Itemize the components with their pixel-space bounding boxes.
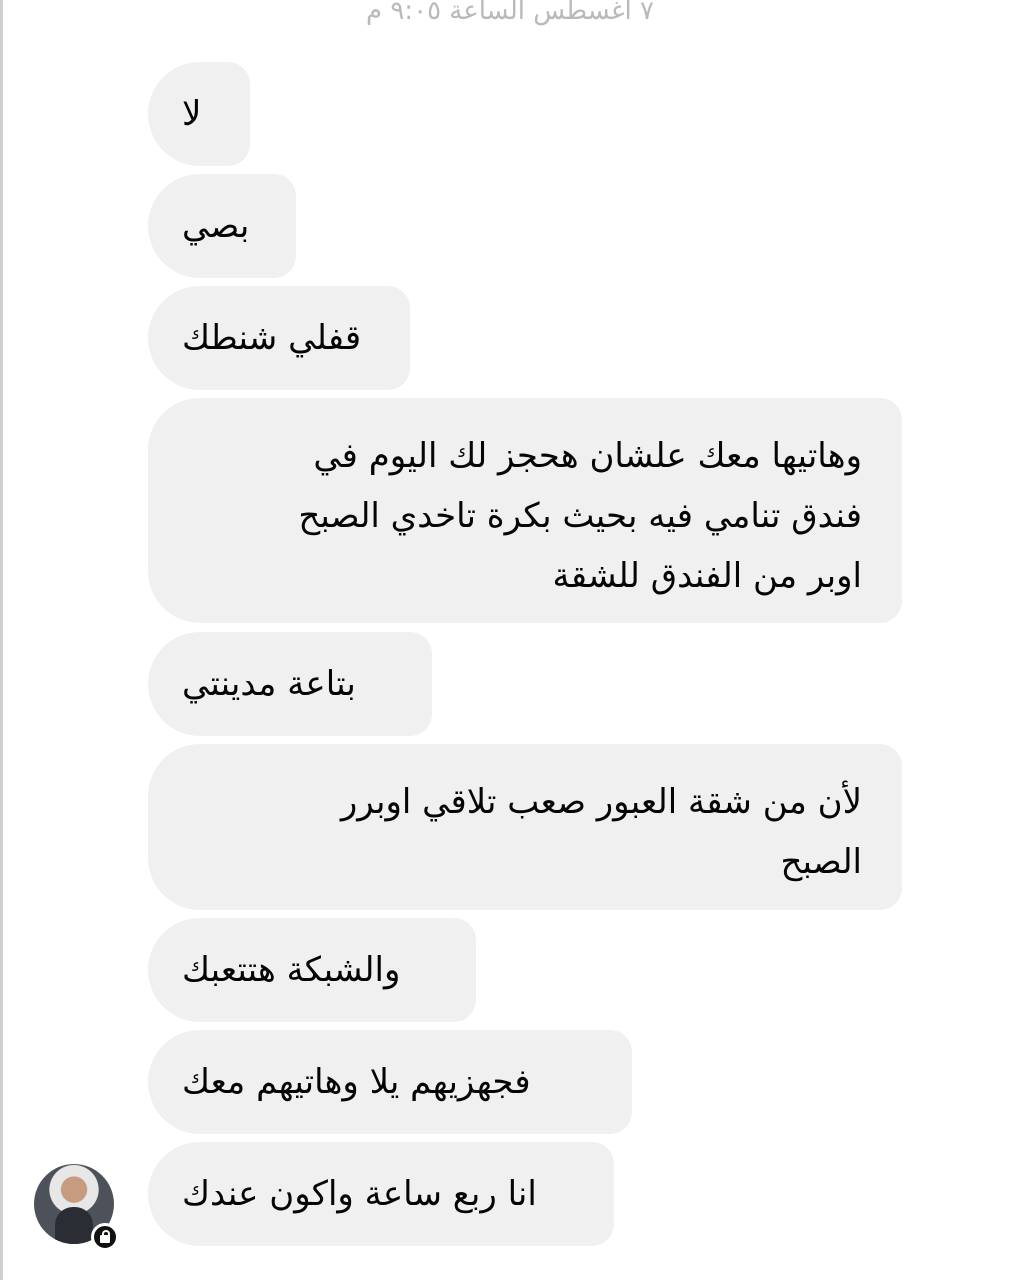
- message-text-line: لأن من شقة العبور صعب تلاقي اوبرر: [340, 782, 862, 822]
- message-bubble[interactable]: بتاعة مدينتي: [148, 632, 432, 736]
- message-text: لا: [182, 94, 202, 134]
- message-text-line: فندق تنامي فيه بحيث بكرة تاخدي الصبح: [298, 496, 862, 536]
- message-text: والشبكة هتتعبك: [182, 950, 401, 990]
- message-bubble[interactable]: فجهزيهم يلا وهاتيهم معك: [148, 1030, 632, 1134]
- message-bubble[interactable]: لأن من شقة العبور صعب تلاقي اوبرر الصبح: [148, 744, 902, 910]
- message-text: انا ربع ساعة واكون عندك: [182, 1174, 537, 1214]
- message-timestamp: ٧ أغسطس الساعة ٩:٠٥ م: [366, 0, 654, 26]
- message-text: فجهزيهم يلا وهاتيهم معك: [182, 1062, 531, 1102]
- message-text: بصي: [182, 206, 250, 246]
- message-bubble[interactable]: قفلي شنطك: [148, 286, 410, 390]
- message-bubble[interactable]: والشبكة هتتعبك: [148, 918, 476, 1022]
- message-text-line: اوبر من الفندق للشقة: [552, 556, 862, 596]
- message-text-line: وهاتيها معك علشان هحجز لك اليوم في: [313, 436, 862, 476]
- message-text-line: الصبح: [780, 842, 863, 882]
- message-text: قفلي شنطك: [182, 318, 362, 358]
- message-bubble[interactable]: بصي: [148, 174, 296, 278]
- message-bubble[interactable]: لا: [148, 62, 250, 166]
- lock-icon: [91, 1223, 119, 1251]
- message-text: بتاعة مدينتي: [182, 664, 356, 704]
- message-bubble[interactable]: انا ربع ساعة واكون عندك: [148, 1142, 614, 1246]
- message-bubble[interactable]: وهاتيها معك علشان هحجز لك اليوم في فندق …: [148, 398, 902, 623]
- left-border: [0, 0, 3, 1280]
